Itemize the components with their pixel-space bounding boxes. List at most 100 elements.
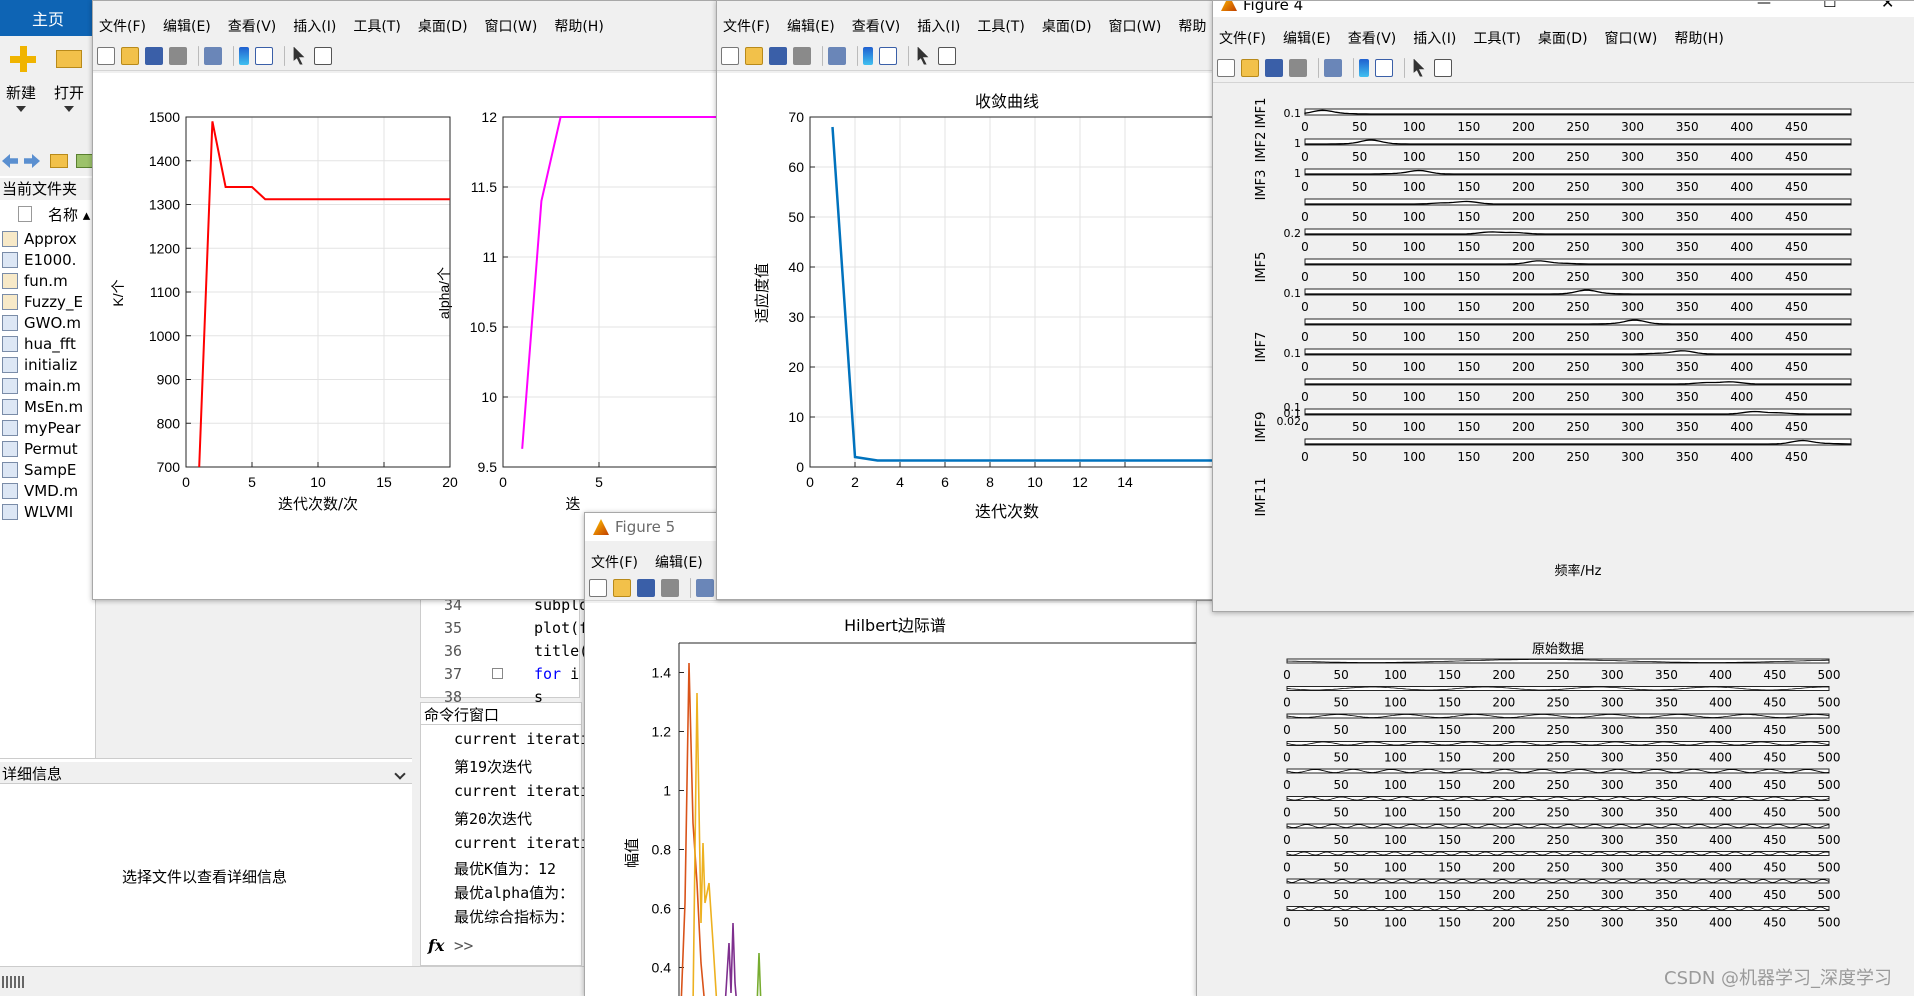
menu-file[interactable]: 文件(F) (99, 16, 146, 36)
open-file-icon[interactable] (745, 46, 763, 65)
file-item[interactable]: Permut (2, 438, 78, 459)
code-line[interactable]: title( (534, 642, 588, 660)
file-item[interactable]: WLVMI (2, 501, 73, 522)
new-button[interactable]: 新建 (4, 42, 40, 120)
x-tick-label: 200 (1492, 696, 1515, 710)
colorbar-icon[interactable] (239, 46, 249, 65)
menu-edit[interactable]: 编辑(E) (787, 16, 835, 36)
file-item[interactable]: MsEn.m (2, 396, 83, 417)
menu-file[interactable]: 文件(F) (723, 16, 770, 36)
file-item[interactable]: main.m (2, 375, 81, 396)
print-icon[interactable] (169, 46, 187, 65)
open-file-icon[interactable] (613, 578, 631, 597)
menu-desktop[interactable]: 桌面(D) (1538, 28, 1588, 48)
legend-icon[interactable] (879, 46, 897, 65)
open-file-icon[interactable] (121, 46, 139, 65)
file-item[interactable]: Fuzzy_E (2, 291, 83, 312)
legend-icon[interactable] (1375, 58, 1393, 77)
menu-tools[interactable]: 工具(T) (1473, 28, 1520, 48)
menu-help[interactable]: 帮助(H) (1674, 28, 1723, 48)
new-figure-icon[interactable] (1217, 58, 1235, 77)
figure-3-window[interactable]: 文件(F) 编辑(E) 查看(V) 插入(I) 工具(T) 桌面(D) 窗口(W… (716, 0, 1216, 600)
figure-4-titlebar[interactable]: Figure 4 — ☐ ✕ (1213, 1, 1914, 17)
command-output-line: 最优综合指标为： (454, 908, 575, 926)
pointer-icon[interactable] (917, 46, 929, 65)
x-tick-label: 350 (1655, 751, 1678, 765)
new-figure-icon[interactable] (589, 578, 607, 597)
up-folder-icon[interactable] (50, 154, 68, 168)
file-item[interactable]: E1000. (2, 249, 76, 270)
legend-icon[interactable] (255, 46, 273, 65)
link-plot-icon[interactable] (828, 46, 846, 65)
x-tick-label: 100 (1403, 180, 1426, 194)
menu-help[interactable]: 帮助 (1178, 16, 1206, 36)
menu-view[interactable]: 查看(V) (228, 16, 277, 36)
file-item[interactable]: GWO.m (2, 312, 81, 333)
menu-tools[interactable]: 工具(T) (977, 16, 1024, 36)
menu-insert[interactable]: 插入(I) (917, 16, 960, 36)
figure-4-window[interactable]: Figure 4 — ☐ ✕ 文件(F) 编辑(E) 查看(V) 插入(I) 工… (1212, 0, 1914, 612)
link-plot-icon[interactable] (204, 46, 222, 65)
figure-1-window[interactable]: 文件(F) 编辑(E) 查看(V) 插入(I) 工具(T) 桌面(D) 窗口(W… (92, 0, 722, 600)
property-editor-icon[interactable] (1434, 58, 1452, 77)
open-button[interactable]: 打开 (50, 42, 90, 120)
menu-insert[interactable]: 插入(I) (1413, 28, 1456, 48)
print-icon[interactable] (661, 578, 679, 597)
menu-desktop[interactable]: 桌面(D) (1042, 16, 1092, 36)
open-file-icon[interactable] (1241, 58, 1259, 77)
menu-window[interactable]: 窗口(W) (1109, 16, 1162, 36)
code-line[interactable]: for i (534, 665, 579, 683)
file-item[interactable]: SampE (2, 459, 76, 480)
chevron-down-icon[interactable] (394, 768, 406, 780)
print-icon[interactable] (1289, 58, 1307, 77)
file-item[interactable]: VMD.m (2, 480, 78, 501)
colorbar-icon[interactable] (1359, 58, 1369, 77)
save-icon[interactable] (1265, 58, 1283, 77)
fold-toggle-icon[interactable] (492, 668, 503, 679)
link-plot-icon[interactable] (1324, 58, 1342, 77)
menu-window[interactable]: 窗口(W) (1605, 28, 1658, 48)
menu-tools[interactable]: 工具(T) (353, 16, 400, 36)
figure-5-plot: 1.4 1.2 1 0.8 0.6 0.4 Hilbert边际谱幅值 (623, 616, 1203, 996)
new-figure-icon[interactable] (721, 46, 739, 65)
y-tick-label: 1 (1294, 137, 1301, 150)
code-line[interactable]: plot(f (534, 619, 588, 637)
file-item[interactable]: fun.m (2, 270, 68, 291)
file-item[interactable]: myPear (2, 417, 81, 438)
property-editor-icon[interactable] (314, 46, 332, 65)
menu-desktop[interactable]: 桌面(D) (418, 16, 468, 36)
close-button[interactable]: ✕ (1881, 1, 1894, 12)
home-tab[interactable]: 主页 (0, 0, 96, 36)
file-item[interactable]: Approx (2, 228, 77, 249)
file-item[interactable]: initializ (2, 354, 77, 375)
details-title-bar[interactable]: 详细信息 (0, 762, 412, 784)
menu-file[interactable]: 文件(F) (1219, 28, 1266, 48)
link-plot-icon[interactable] (696, 578, 714, 597)
print-icon[interactable] (793, 46, 811, 65)
save-icon[interactable] (637, 578, 655, 597)
menu-help[interactable]: 帮助(H) (554, 16, 603, 36)
menu-edit[interactable]: 编辑(E) (163, 16, 211, 36)
raw-data-figure[interactable]: 原始数据 0 50 100 150 200 250 300 350 400 450 500 0 50 100… (1196, 600, 1914, 996)
maximize-button[interactable]: ☐ (1823, 1, 1836, 11)
colorbar-icon[interactable] (863, 46, 873, 65)
menu-file[interactable]: 文件(F) (591, 552, 638, 572)
x-tick-label: 450 (1785, 330, 1808, 344)
file-item[interactable]: hua_fft (2, 333, 76, 354)
save-icon[interactable] (769, 46, 787, 65)
fx-icon[interactable]: fx (428, 936, 444, 955)
save-icon[interactable] (145, 46, 163, 65)
menu-edit[interactable]: 编辑(E) (655, 552, 703, 572)
command-prompt[interactable]: >> (454, 936, 473, 955)
pointer-icon[interactable] (1413, 58, 1425, 77)
minimize-button[interactable]: — (1757, 1, 1771, 11)
name-column-header[interactable]: 名称 ▴ (48, 204, 90, 225)
pointer-icon[interactable] (293, 46, 305, 65)
menu-view[interactable]: 查看(V) (852, 16, 901, 36)
property-editor-icon[interactable] (938, 46, 956, 65)
menu-view[interactable]: 查看(V) (1348, 28, 1397, 48)
menu-edit[interactable]: 编辑(E) (1283, 28, 1331, 48)
new-figure-icon[interactable] (97, 46, 115, 65)
menu-insert[interactable]: 插入(I) (293, 16, 336, 36)
menu-window[interactable]: 窗口(W) (485, 16, 538, 36)
